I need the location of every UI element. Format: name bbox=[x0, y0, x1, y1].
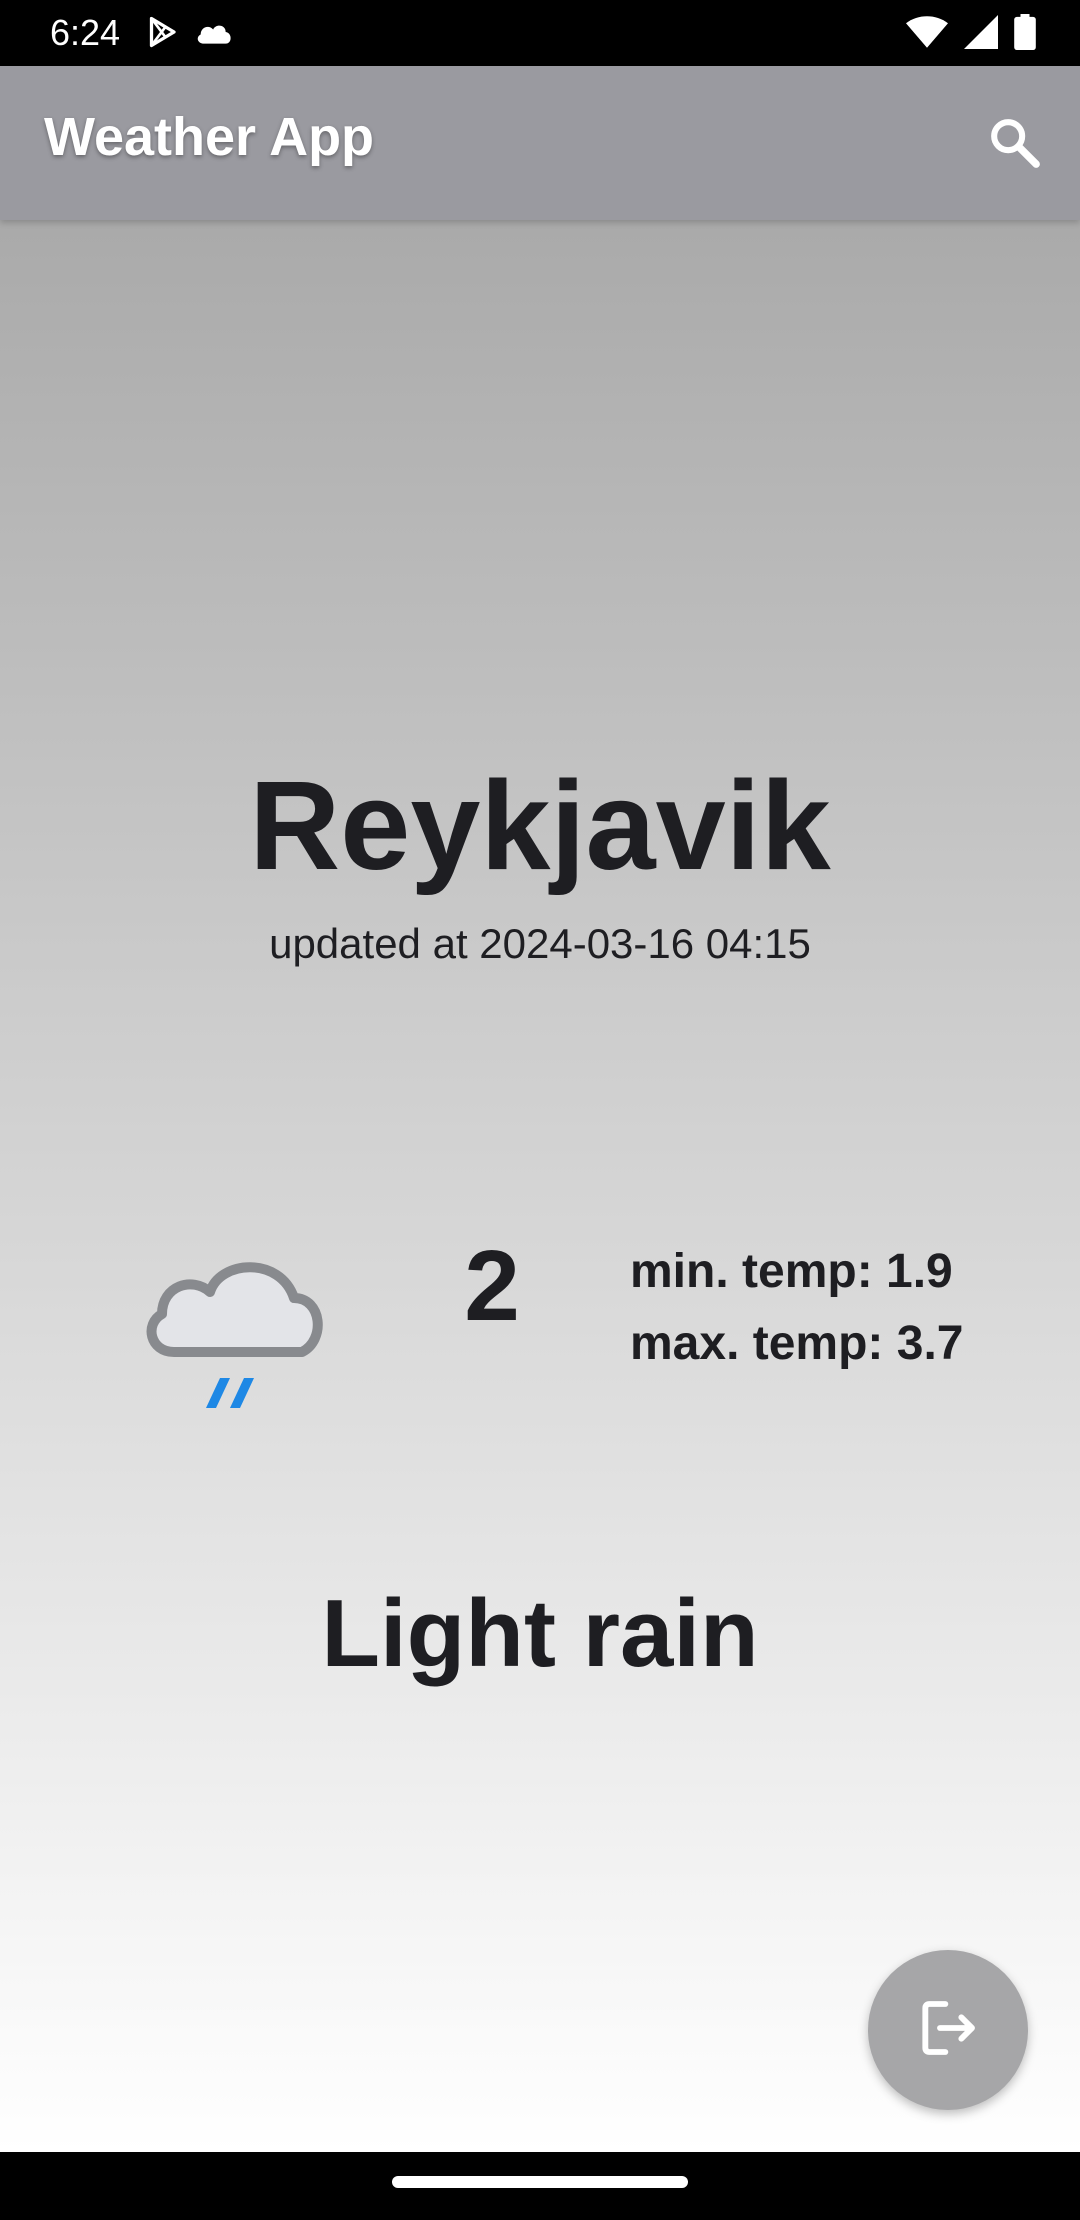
temperature-range: min. temp: 1.9 max. temp: 3.7 bbox=[630, 1236, 963, 1380]
max-temperature: max. temp: 3.7 bbox=[630, 1317, 964, 1370]
light-rain-icon bbox=[140, 1236, 324, 1416]
weather-description: Light rain bbox=[321, 1580, 759, 1687]
app-title: Weather App bbox=[44, 107, 375, 167]
cellular-signal-icon bbox=[964, 14, 998, 54]
home-indicator[interactable] bbox=[392, 2176, 688, 2188]
search-icon bbox=[986, 114, 1042, 175]
app-bar: Weather App bbox=[0, 66, 1080, 220]
status-bar: 6:24 bbox=[0, 0, 1080, 66]
updated-timestamp: updated at 2024-03-16 04:15 bbox=[269, 920, 811, 967]
status-notification-icons bbox=[144, 14, 234, 54]
logout-icon bbox=[916, 1996, 980, 2065]
min-temperature: min. temp: 1.9 bbox=[630, 1245, 953, 1298]
search-button[interactable] bbox=[978, 108, 1050, 180]
battery-icon bbox=[1014, 13, 1036, 55]
app-screen: Weather App Reykjavik updated at 2024-03… bbox=[0, 66, 1080, 2152]
city-name: Reykjavik bbox=[249, 755, 831, 896]
play-store-icon bbox=[144, 14, 180, 55]
cloud-icon bbox=[194, 17, 234, 52]
status-system-icons bbox=[906, 13, 1036, 55]
status-time: 6:24 bbox=[50, 12, 121, 53]
current-temperature: 2 bbox=[464, 1230, 520, 1342]
logout-button[interactable] bbox=[868, 1950, 1028, 2110]
wifi-icon bbox=[906, 15, 948, 53]
